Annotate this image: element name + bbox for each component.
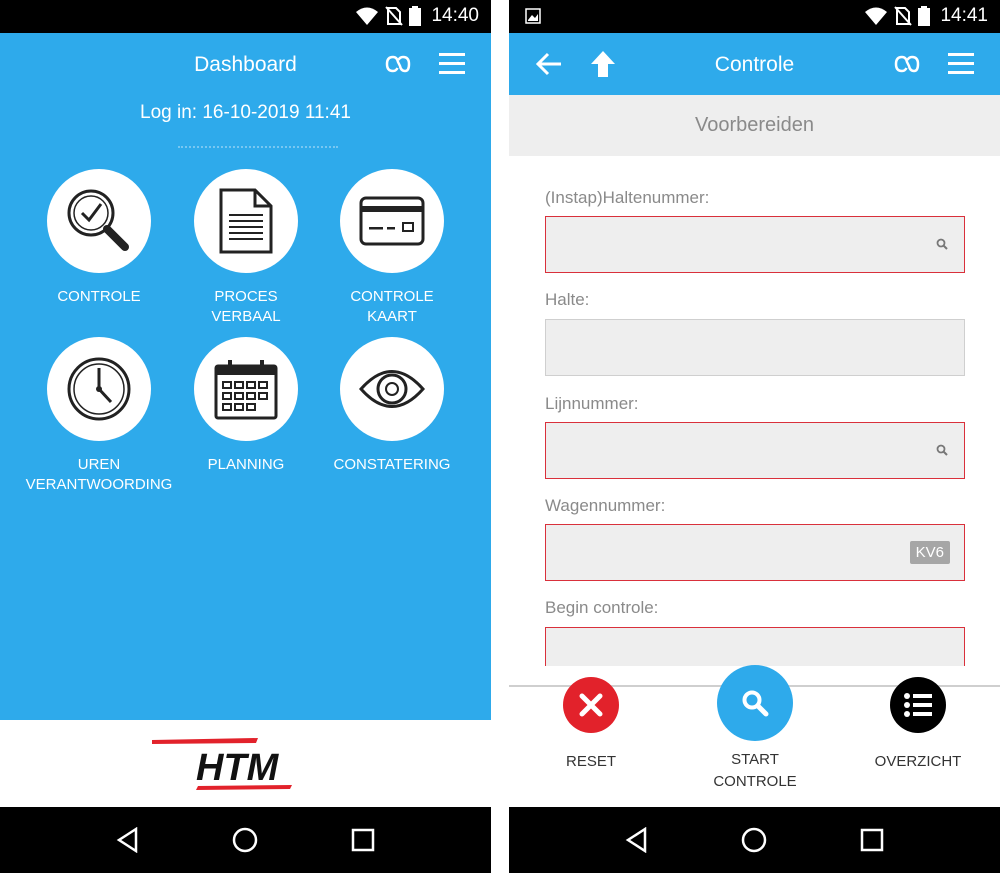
overzicht-button[interactable] — [890, 677, 946, 733]
reset-button[interactable] — [563, 677, 619, 733]
wifi-icon — [865, 7, 887, 25]
card-icon — [359, 196, 425, 246]
close-icon — [579, 693, 603, 717]
page-title: Dashboard — [194, 53, 297, 76]
status-time: 14:40 — [431, 5, 479, 26]
reset-action[interactable]: RESET — [511, 677, 671, 773]
overzicht-action[interactable]: OVERZICHT — [838, 677, 998, 773]
tile-circle — [194, 169, 298, 273]
wagennummer-input[interactable]: KV6 — [545, 524, 965, 581]
dashboard-screen: 14:40 Dashboard Log in: 16-10-2019 11:41… — [0, 0, 491, 873]
wifi-icon — [356, 7, 378, 25]
status-time: 14:41 — [940, 5, 988, 26]
reset-label: RESET — [565, 753, 616, 770]
clock-icon — [67, 357, 131, 421]
no-sim-icon — [894, 6, 912, 26]
tile-circle — [194, 337, 298, 441]
tile-label: CONTROLE KAART — [350, 288, 434, 325]
tile-label: CONSTATERING — [333, 456, 451, 473]
brand-logo-text: HTM — [196, 747, 280, 789]
android-nav-bar — [509, 807, 1000, 873]
tile-circle — [340, 169, 444, 273]
status-icons — [355, 6, 421, 26]
begin-controle-input[interactable] — [545, 627, 965, 666]
field-label-lijnnummer: Lijnnummer: — [545, 394, 639, 413]
status-icons — [864, 6, 930, 26]
tile-circle — [340, 337, 444, 441]
link-icon[interactable] — [892, 52, 922, 76]
section-header: Voorbereiden — [509, 95, 1000, 156]
controle-form: (Instap)Haltenummer: Halte: Lijnnummer: … — [509, 156, 1000, 666]
field-label-halte: Halte: — [545, 290, 590, 309]
tile-controle-kaart[interactable]: CONTROLE KAART — [312, 169, 472, 327]
menu-icon[interactable] — [439, 51, 465, 75]
recents-square-icon[interactable] — [351, 828, 375, 852]
tile-label: PROCES VERBAAL — [211, 288, 281, 325]
document-icon — [219, 188, 273, 254]
start-controle-button[interactable] — [717, 665, 793, 741]
tile-proces-verbaal[interactable]: PROCES VERBAAL — [166, 169, 326, 327]
home-circle-icon[interactable] — [231, 826, 259, 854]
list-icon — [904, 693, 932, 717]
brand-footer: HTM — [0, 720, 491, 807]
page-title: Controle — [714, 53, 795, 76]
eye-icon — [359, 370, 425, 408]
app-header: Controle — [509, 33, 1000, 95]
tile-uren-verantwoording[interactable]: UREN VERANTWOORDING — [19, 337, 179, 495]
divider — [178, 146, 338, 148]
back-triangle-icon[interactable] — [625, 827, 649, 853]
battery-icon — [918, 6, 930, 26]
calendar-icon — [214, 360, 278, 420]
lijnnummer-input[interactable] — [545, 422, 965, 479]
search-icon[interactable] — [936, 444, 948, 456]
status-bar: 14:40 — [0, 0, 491, 33]
tile-constatering[interactable]: CONSTATERING — [312, 337, 472, 475]
tile-label: UREN VERANTWOORDING — [25, 456, 173, 493]
halte-input[interactable] — [545, 319, 965, 376]
start-controle-label: START CONTROLE — [713, 751, 797, 790]
htm-logo: HTM — [152, 738, 292, 790]
no-sim-icon — [385, 6, 403, 26]
haltenummer-input[interactable] — [545, 216, 965, 273]
field-label-begin-controle: Begin controle: — [545, 598, 659, 617]
app-header: Dashboard — [0, 33, 491, 95]
tile-planning[interactable]: PLANNING — [166, 337, 326, 475]
magnifier-check-icon — [67, 189, 129, 251]
back-triangle-icon[interactable] — [116, 827, 140, 853]
battery-icon — [409, 6, 421, 26]
status-bar: 14:41 — [509, 0, 1000, 33]
field-label-wagennummer: Wagennummer: — [545, 496, 666, 515]
recents-square-icon[interactable] — [860, 828, 884, 852]
menu-icon[interactable] — [948, 51, 974, 75]
link-icon[interactable] — [383, 52, 413, 76]
tile-label: PLANNING — [207, 456, 285, 473]
gallery-notification-icon — [525, 8, 541, 24]
start-controle-action[interactable]: START CONTROLE — [675, 665, 835, 793]
android-nav-bar — [0, 807, 491, 873]
login-timestamp: Log in: 16-10-2019 11:41 — [140, 102, 351, 123]
tile-circle — [47, 169, 151, 273]
controle-screen: 14:41 Controle Voorbereiden (Instap)Halt… — [509, 0, 1000, 873]
action-bar: RESET START CONTROLE OVERZICHT — [509, 665, 1000, 807]
field-label-haltenummer: (Instap)Haltenummer: — [545, 188, 710, 207]
tile-circle — [47, 337, 151, 441]
kv6-badge[interactable]: KV6 — [909, 541, 950, 564]
search-icon — [742, 690, 769, 717]
home-circle-icon[interactable] — [740, 826, 768, 854]
overzicht-label: OVERZICHT — [874, 753, 962, 770]
search-icon[interactable] — [936, 238, 948, 250]
tile-controle[interactable]: CONTROLE — [19, 169, 179, 307]
tile-label: CONTROLE — [57, 288, 141, 305]
